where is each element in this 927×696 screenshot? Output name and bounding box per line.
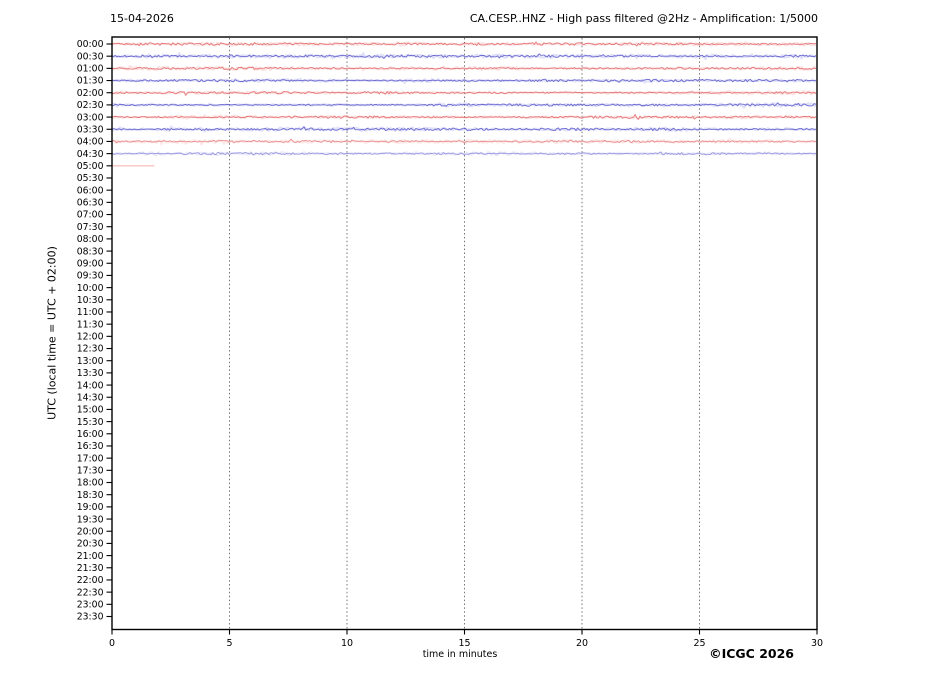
x-tick-label: 20 bbox=[576, 638, 588, 649]
y-tick-label: 22:30 bbox=[77, 587, 104, 598]
y-tick-label: 15:30 bbox=[77, 417, 104, 428]
y-tick-label: 07:30 bbox=[77, 222, 104, 233]
y-tick-label: 15:00 bbox=[77, 405, 104, 416]
helicorder-plot: 00:0000:30 01:0001:3002:0002:3003:0003:30… bbox=[0, 0, 927, 696]
x-tick-label: 30 bbox=[811, 638, 823, 649]
y-tick-label: 23:00 bbox=[77, 600, 104, 611]
y-tick-label: 02:30 bbox=[77, 100, 104, 111]
y-tick-label: 16:00 bbox=[77, 429, 104, 440]
y-tick-label: 00:00 bbox=[77, 39, 104, 50]
y-tick-label: 05:30 bbox=[77, 173, 104, 184]
y-tick-label: 20:30 bbox=[77, 539, 104, 550]
y-tick-label: 04:00 bbox=[77, 137, 104, 148]
y-tick-label: 18:30 bbox=[77, 490, 104, 501]
y-tick-label: 03:30 bbox=[77, 124, 104, 135]
y-tick-label: 21:30 bbox=[77, 563, 104, 574]
y-tick-label: 14:00 bbox=[77, 380, 104, 391]
x-tick-label: 15 bbox=[458, 638, 470, 649]
y-tick-label: 13:00 bbox=[77, 356, 104, 367]
x-tick-label: 0 bbox=[109, 638, 115, 649]
y-tick-label: 11:30 bbox=[77, 319, 104, 330]
y-tick-label: 00:30 bbox=[77, 51, 104, 62]
y-tick-label: 05:00 bbox=[77, 161, 104, 172]
y-tick-label: 20:00 bbox=[77, 526, 104, 537]
y-tick-label: 08:00 bbox=[77, 234, 104, 245]
x-tick-label: 5 bbox=[226, 638, 232, 649]
y-tick-label: 07:00 bbox=[77, 210, 104, 221]
y-tick-label: 01:30 bbox=[77, 76, 104, 87]
y-tick-label: 17:30 bbox=[77, 466, 104, 477]
y-tick-label: 12:00 bbox=[77, 332, 104, 343]
y-tick-label: 08:30 bbox=[77, 246, 104, 257]
y-tick-label: 01:00 bbox=[77, 64, 104, 75]
y-tick-label: 04:30 bbox=[77, 149, 104, 160]
y-tick-label: 12:30 bbox=[77, 344, 104, 355]
helicorder-page: { "chart_data": { "type": "line", "subty… bbox=[0, 0, 927, 696]
y-tick-label: 09:30 bbox=[77, 271, 104, 282]
y-tick-label: 06:00 bbox=[77, 185, 104, 196]
y-tick-label: 02:00 bbox=[77, 88, 104, 99]
y-tick-label: 23:30 bbox=[77, 612, 104, 623]
y-tick-label: 21:00 bbox=[77, 551, 104, 562]
y-tick-label: 09:00 bbox=[77, 258, 104, 269]
x-tick-label: 10 bbox=[341, 638, 353, 649]
plot-frame bbox=[112, 37, 817, 630]
y-tick-label: 14:30 bbox=[77, 392, 104, 403]
x-tick-label: 25 bbox=[693, 638, 705, 649]
y-tick-label: 10:00 bbox=[77, 283, 104, 294]
y-tick-label: 17:00 bbox=[77, 453, 104, 464]
y-tick-label: 06:30 bbox=[77, 198, 104, 209]
y-tick-label: 19:00 bbox=[77, 502, 104, 513]
y-tick-label: 19:30 bbox=[77, 514, 104, 525]
y-tick-label: 03:00 bbox=[77, 112, 104, 123]
y-tick-label: 16:30 bbox=[77, 441, 104, 452]
y-tick-label: 10:30 bbox=[77, 295, 104, 306]
y-tick-label: 22:00 bbox=[77, 575, 104, 586]
y-tick-label: 11:00 bbox=[77, 307, 104, 318]
y-tick-label: 13:30 bbox=[77, 368, 104, 379]
y-tick-label: 18:00 bbox=[77, 478, 104, 489]
